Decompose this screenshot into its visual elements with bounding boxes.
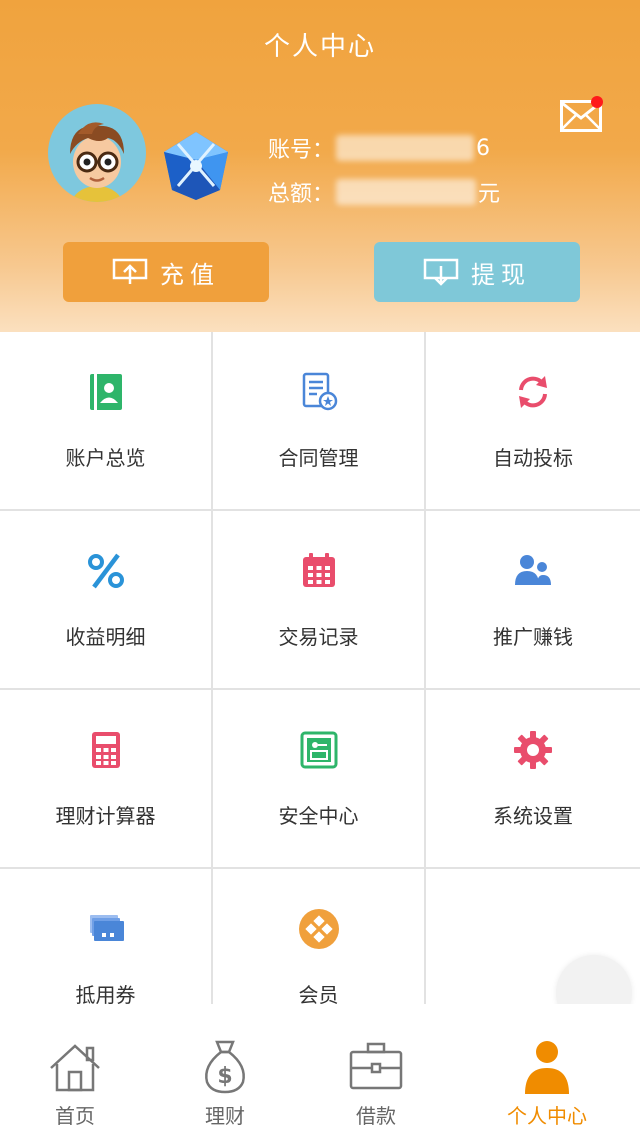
menu-item-referral[interactable]: 推广赚钱 xyxy=(426,511,640,688)
menu-item-label: 推广赚钱 xyxy=(493,625,573,649)
page-title: 个人中心 xyxy=(263,32,376,62)
account-masked xyxy=(336,135,475,161)
safe-icon xyxy=(297,728,341,772)
menu-item-coupons[interactable]: 抵用券 xyxy=(0,869,211,1007)
briefcase-icon xyxy=(349,1042,403,1090)
calendar-icon xyxy=(297,549,341,593)
total-masked xyxy=(336,179,477,205)
menu-item-calculator[interactable]: 理财计算器 xyxy=(0,690,211,867)
tab-label: 理财 xyxy=(205,1104,245,1128)
total-row: 总额： 元 xyxy=(268,176,500,208)
refresh-icon xyxy=(511,370,555,414)
withdraw-label: 提现 xyxy=(471,260,531,289)
svg-text:$: $ xyxy=(217,1064,232,1089)
coupon-icon xyxy=(84,907,128,951)
menu-item-label: 自动投标 xyxy=(493,446,573,470)
diamond-badge-icon xyxy=(164,132,228,200)
avatar-image xyxy=(70,122,124,202)
contract-icon xyxy=(297,370,341,414)
total-suffix: 元 xyxy=(478,182,501,207)
menu-item-label: 收益明细 xyxy=(65,625,146,649)
menu-item-label: 系统设置 xyxy=(493,804,573,828)
account-row: 账号： 6 xyxy=(268,132,490,164)
menu-item-transaction-records[interactable]: 交易记录 xyxy=(213,511,424,688)
tab-loan[interactable]: 借款 xyxy=(306,1038,446,1129)
tab-label: 首页 xyxy=(55,1104,95,1128)
menu-item-label: 合同管理 xyxy=(278,446,359,470)
menu-item-label: 账户总览 xyxy=(65,446,146,470)
header: 个人中心 账号： 6 总额： 元 充值 提现 xyxy=(0,0,640,332)
tab-home[interactable]: 首页 xyxy=(5,1038,145,1129)
menu-item-label: 安全中心 xyxy=(278,804,359,828)
menu-item-label: 交易记录 xyxy=(278,625,359,649)
avatar[interactable] xyxy=(48,104,146,202)
upload-icon xyxy=(112,258,148,284)
menu-item-member[interactable]: 会员 xyxy=(213,869,424,1007)
download-icon xyxy=(423,258,459,286)
home-icon xyxy=(50,1044,100,1092)
users-icon xyxy=(511,549,555,593)
total-label: 总额： xyxy=(268,182,335,207)
notification-dot xyxy=(591,96,603,108)
recharge-button[interactable]: 充值 xyxy=(63,242,269,302)
withdraw-button[interactable]: 提现 xyxy=(374,242,580,302)
tab-label: 个人中心 xyxy=(507,1104,587,1128)
account-suffix: 6 xyxy=(476,135,491,161)
person-icon xyxy=(525,1041,569,1094)
money-bag-icon: $ xyxy=(205,1040,245,1094)
gear-icon xyxy=(511,728,555,772)
account-label: 账号： xyxy=(268,138,335,163)
calculator-icon xyxy=(84,728,128,772)
menu-item-security-center[interactable]: 安全中心 xyxy=(213,690,424,867)
menu-item-label: 理财计算器 xyxy=(55,804,156,828)
menu-item-income-details[interactable]: 收益明细 xyxy=(0,511,211,688)
menu-item-auto-bid[interactable]: 自动投标 xyxy=(426,332,640,509)
recharge-label: 充值 xyxy=(160,260,220,289)
menu-item-system-settings[interactable]: 系统设置 xyxy=(426,690,640,867)
menu-item-account-overview[interactable]: 账户总览 xyxy=(0,332,211,509)
bottom-tab-bar: 首页 $ 理财 借款 个人中心 xyxy=(0,1004,640,1136)
member-icon xyxy=(297,907,341,951)
tab-label: 借款 xyxy=(356,1104,396,1128)
percent-icon xyxy=(84,549,128,593)
tab-finance[interactable]: $ 理财 xyxy=(155,1038,295,1129)
tab-personal-center[interactable]: 个人中心 xyxy=(477,1038,617,1129)
menu-grid: 账户总览 合同管理 自动投标 收益明细 交易记录 推广赚钱 理财计算器 安全中心… xyxy=(0,332,640,1007)
account-book-icon xyxy=(84,370,128,414)
menu-item-contract-management[interactable]: 合同管理 xyxy=(213,332,424,509)
